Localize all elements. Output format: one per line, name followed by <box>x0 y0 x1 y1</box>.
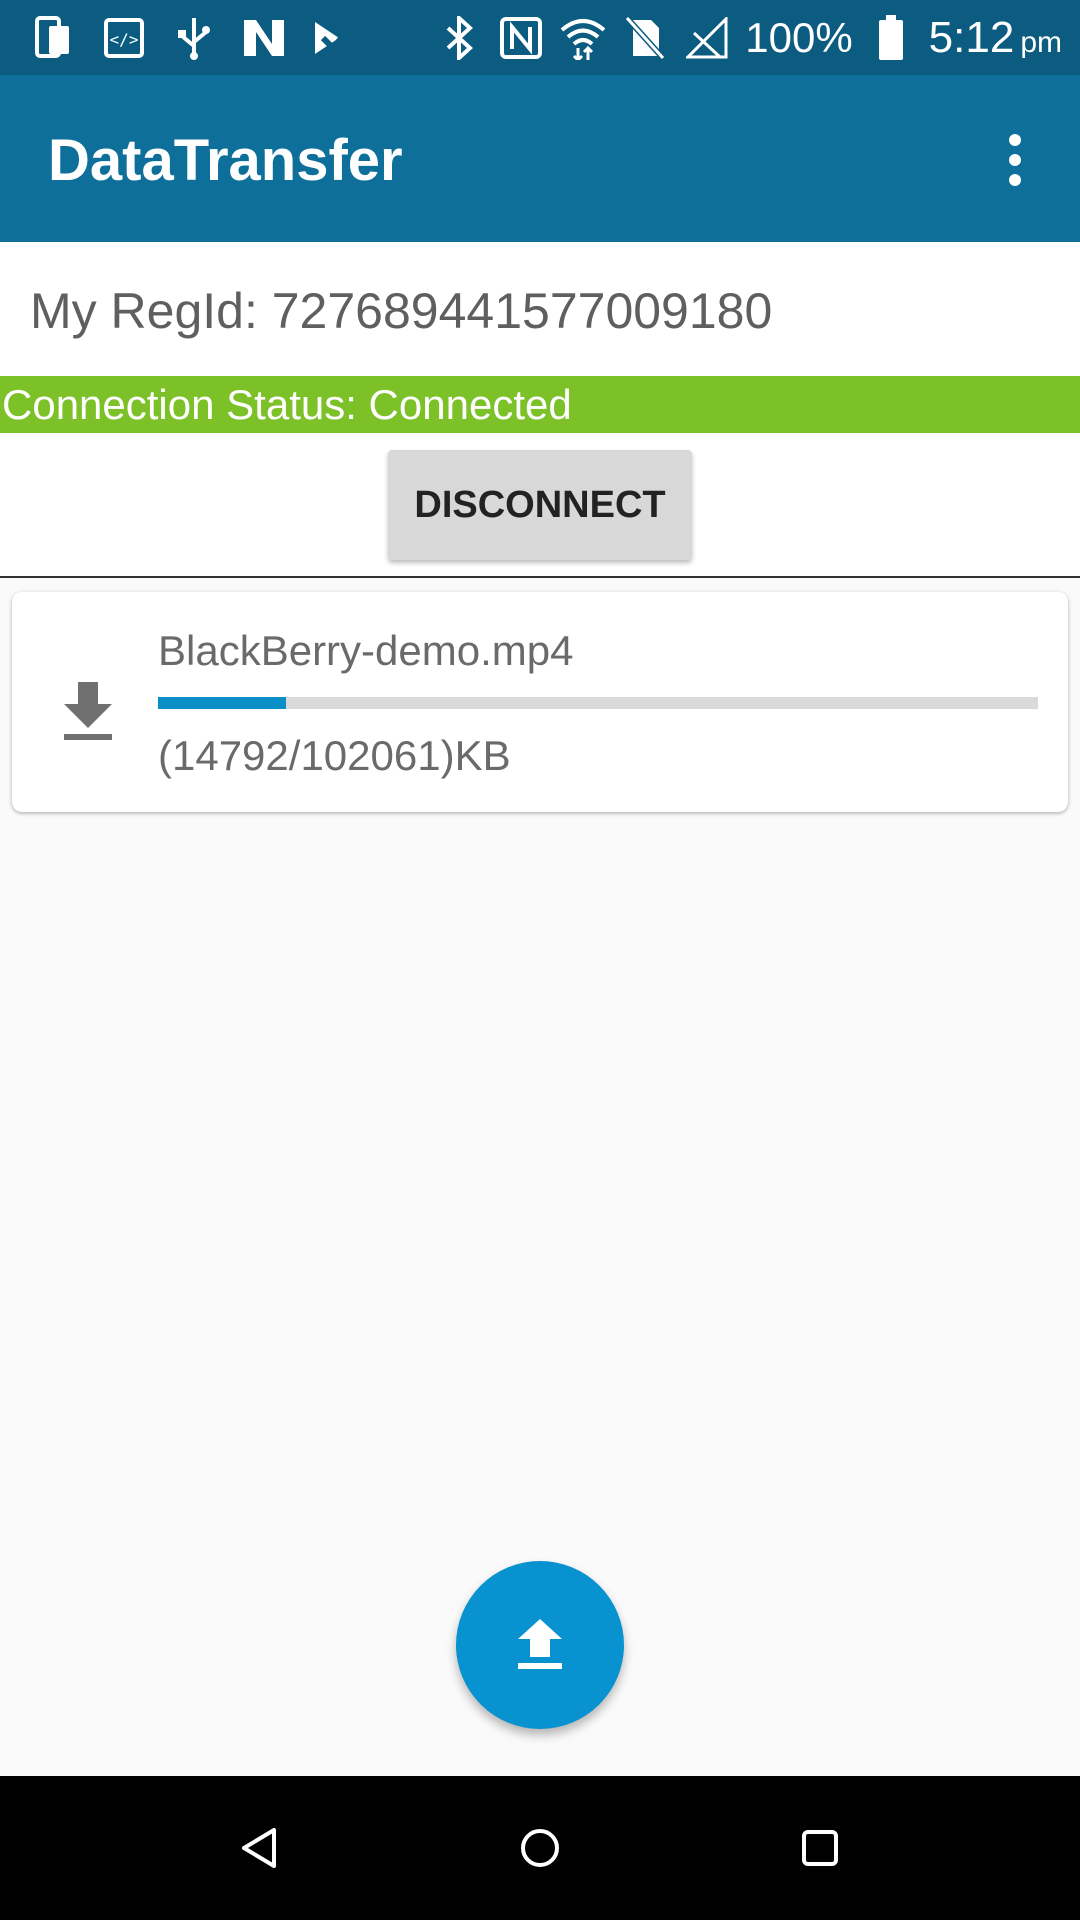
clock: 5:12 pm <box>929 13 1062 63</box>
home-icon[interactable] <box>510 1818 570 1878</box>
regid-text: My RegId: 727689441577009180 <box>30 283 773 339</box>
divider <box>0 576 1080 578</box>
nav-bar <box>0 1776 1080 1920</box>
phone-icon <box>30 14 78 62</box>
bluetooth-icon <box>435 14 483 62</box>
code-icon: </> <box>100 14 148 62</box>
progress-fill <box>158 697 286 709</box>
signal-icon <box>683 14 731 62</box>
clock-time: 5:12 <box>928 12 1015 62</box>
upload-icon <box>518 1619 562 1669</box>
battery-icon <box>867 14 915 62</box>
recents-icon[interactable] <box>790 1818 850 1878</box>
nfc-icon <box>497 14 545 62</box>
connection-status: Connection Status: Connected <box>0 376 1080 433</box>
status-bar: </> 100% 5:12 pm <box>0 0 1080 75</box>
usb-icon <box>170 14 218 62</box>
transfer-card[interactable]: BlackBerry-demo.mp4 (14792/102061)KB <box>12 592 1068 812</box>
battery-percent: 100% <box>745 13 853 61</box>
svg-text:</>: </> <box>110 30 139 49</box>
no-sim-icon <box>621 14 669 62</box>
n-icon <box>240 14 288 62</box>
check-icon <box>310 14 358 62</box>
clock-ampm: pm <box>1020 25 1062 59</box>
progress-text: (14792/102061)KB <box>158 732 511 779</box>
disconnect-button[interactable]: DISCONNECT <box>388 450 692 560</box>
download-icon <box>52 672 124 744</box>
status-right-icons: 100% 5:12 pm <box>435 0 1062 75</box>
back-icon[interactable] <box>230 1818 290 1878</box>
app-title: DataTransfer <box>48 128 403 193</box>
file-name: BlackBerry-demo.mp4 <box>158 627 574 674</box>
more-vert-icon[interactable] <box>980 125 1050 195</box>
app-bar: DataTransfer <box>0 75 1080 242</box>
progress-bar <box>158 697 1038 709</box>
wifi-icon <box>559 14 607 62</box>
status-left-icons: </> <box>30 0 358 75</box>
upload-button[interactable] <box>456 1561 624 1729</box>
